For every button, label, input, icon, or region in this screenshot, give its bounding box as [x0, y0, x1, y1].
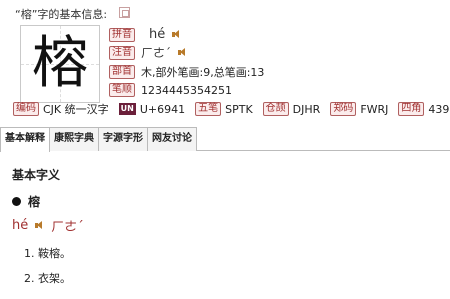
tab-kangxi-dictionary[interactable]: 康熙字典 — [49, 127, 99, 151]
unicode-badge: UN — [118, 103, 136, 115]
stroke-order-value: 1234445354251 — [141, 83, 232, 97]
zhengma-value: FWRJ — [360, 102, 389, 116]
bullet-icon — [12, 197, 21, 206]
tab-user-discussion[interactable]: 网友讨论 — [147, 127, 197, 151]
wubi-label: 五笔 — [195, 102, 222, 116]
section-title: 基本字义 — [12, 168, 61, 182]
tab-basic-explanation[interactable]: 基本解释 — [0, 127, 50, 152]
entry-heading: 榕 — [12, 193, 40, 210]
wubi-value: SPTK — [225, 102, 253, 116]
zhengma-label: 郑码 — [330, 102, 357, 116]
definition-item: 2. 衣架。 — [24, 272, 71, 285]
main-character: 榕 — [32, 31, 88, 96]
pinyin-value: hé — [149, 27, 166, 42]
cangjie-value: DJHR — [292, 102, 321, 116]
entry-zhuyin: ㄏㄜˊ — [51, 220, 84, 235]
stroke-order-row: 笔顺 1234445354251 — [109, 83, 232, 97]
character-display: 榕 — [20, 25, 100, 103]
code-label: 编码 — [13, 102, 39, 116]
sijiao-value: 43964 — [428, 102, 450, 116]
code-value: CJK 统一汉字 — [43, 103, 109, 116]
sound-icon[interactable] — [171, 29, 182, 40]
code-row: 编码 CJK 统一汉字 UN U+6941 五笔 SPTK 仓颉 DJHR 郑码… — [13, 101, 450, 117]
entry-character: 榕 — [28, 195, 41, 209]
sijiao-label: 四角 — [398, 102, 425, 116]
pinyin-row: 拼音 hé — [109, 27, 182, 42]
definition-item: 1. 鞍榕。 — [24, 247, 71, 260]
stroke-order-label: 笔顺 — [109, 83, 135, 97]
radical-value: 木,部外笔画:9,总笔画:13 — [141, 66, 265, 79]
info-title: “榕”字的基本信息: — [15, 8, 108, 21]
radical-row: 部首 木,部外笔画:9,总笔画:13 — [109, 64, 264, 80]
sound-icon[interactable] — [34, 220, 45, 231]
entry-pronunciation: hé ㄏㄜˊ — [12, 216, 84, 235]
pinyin-label: 拼音 — [109, 27, 135, 42]
character-info-panel: “榕”字的基本信息: 榕 拼音 hé 注音 ㄏㄜˊ 部首 木,部外笔画:9,总笔… — [0, 0, 450, 122]
copy-icon[interactable] — [119, 7, 130, 18]
cangjie-label: 仓颉 — [262, 102, 289, 116]
tab-bar: 基本解释 康熙字典 字源字形 网友讨论 — [0, 127, 450, 152]
zhuyin-row: 注音 ㄏㄜˊ — [109, 44, 188, 61]
sound-icon[interactable] — [177, 47, 188, 58]
tab-character-origin[interactable]: 字源字形 — [98, 127, 148, 151]
zhuyin-value: ㄏㄜˊ — [141, 46, 172, 60]
entry-pinyin: hé — [12, 218, 29, 233]
unicode-value: U+6941 — [139, 102, 186, 116]
zhuyin-label: 注音 — [109, 45, 135, 60]
radical-label: 部首 — [109, 65, 135, 79]
